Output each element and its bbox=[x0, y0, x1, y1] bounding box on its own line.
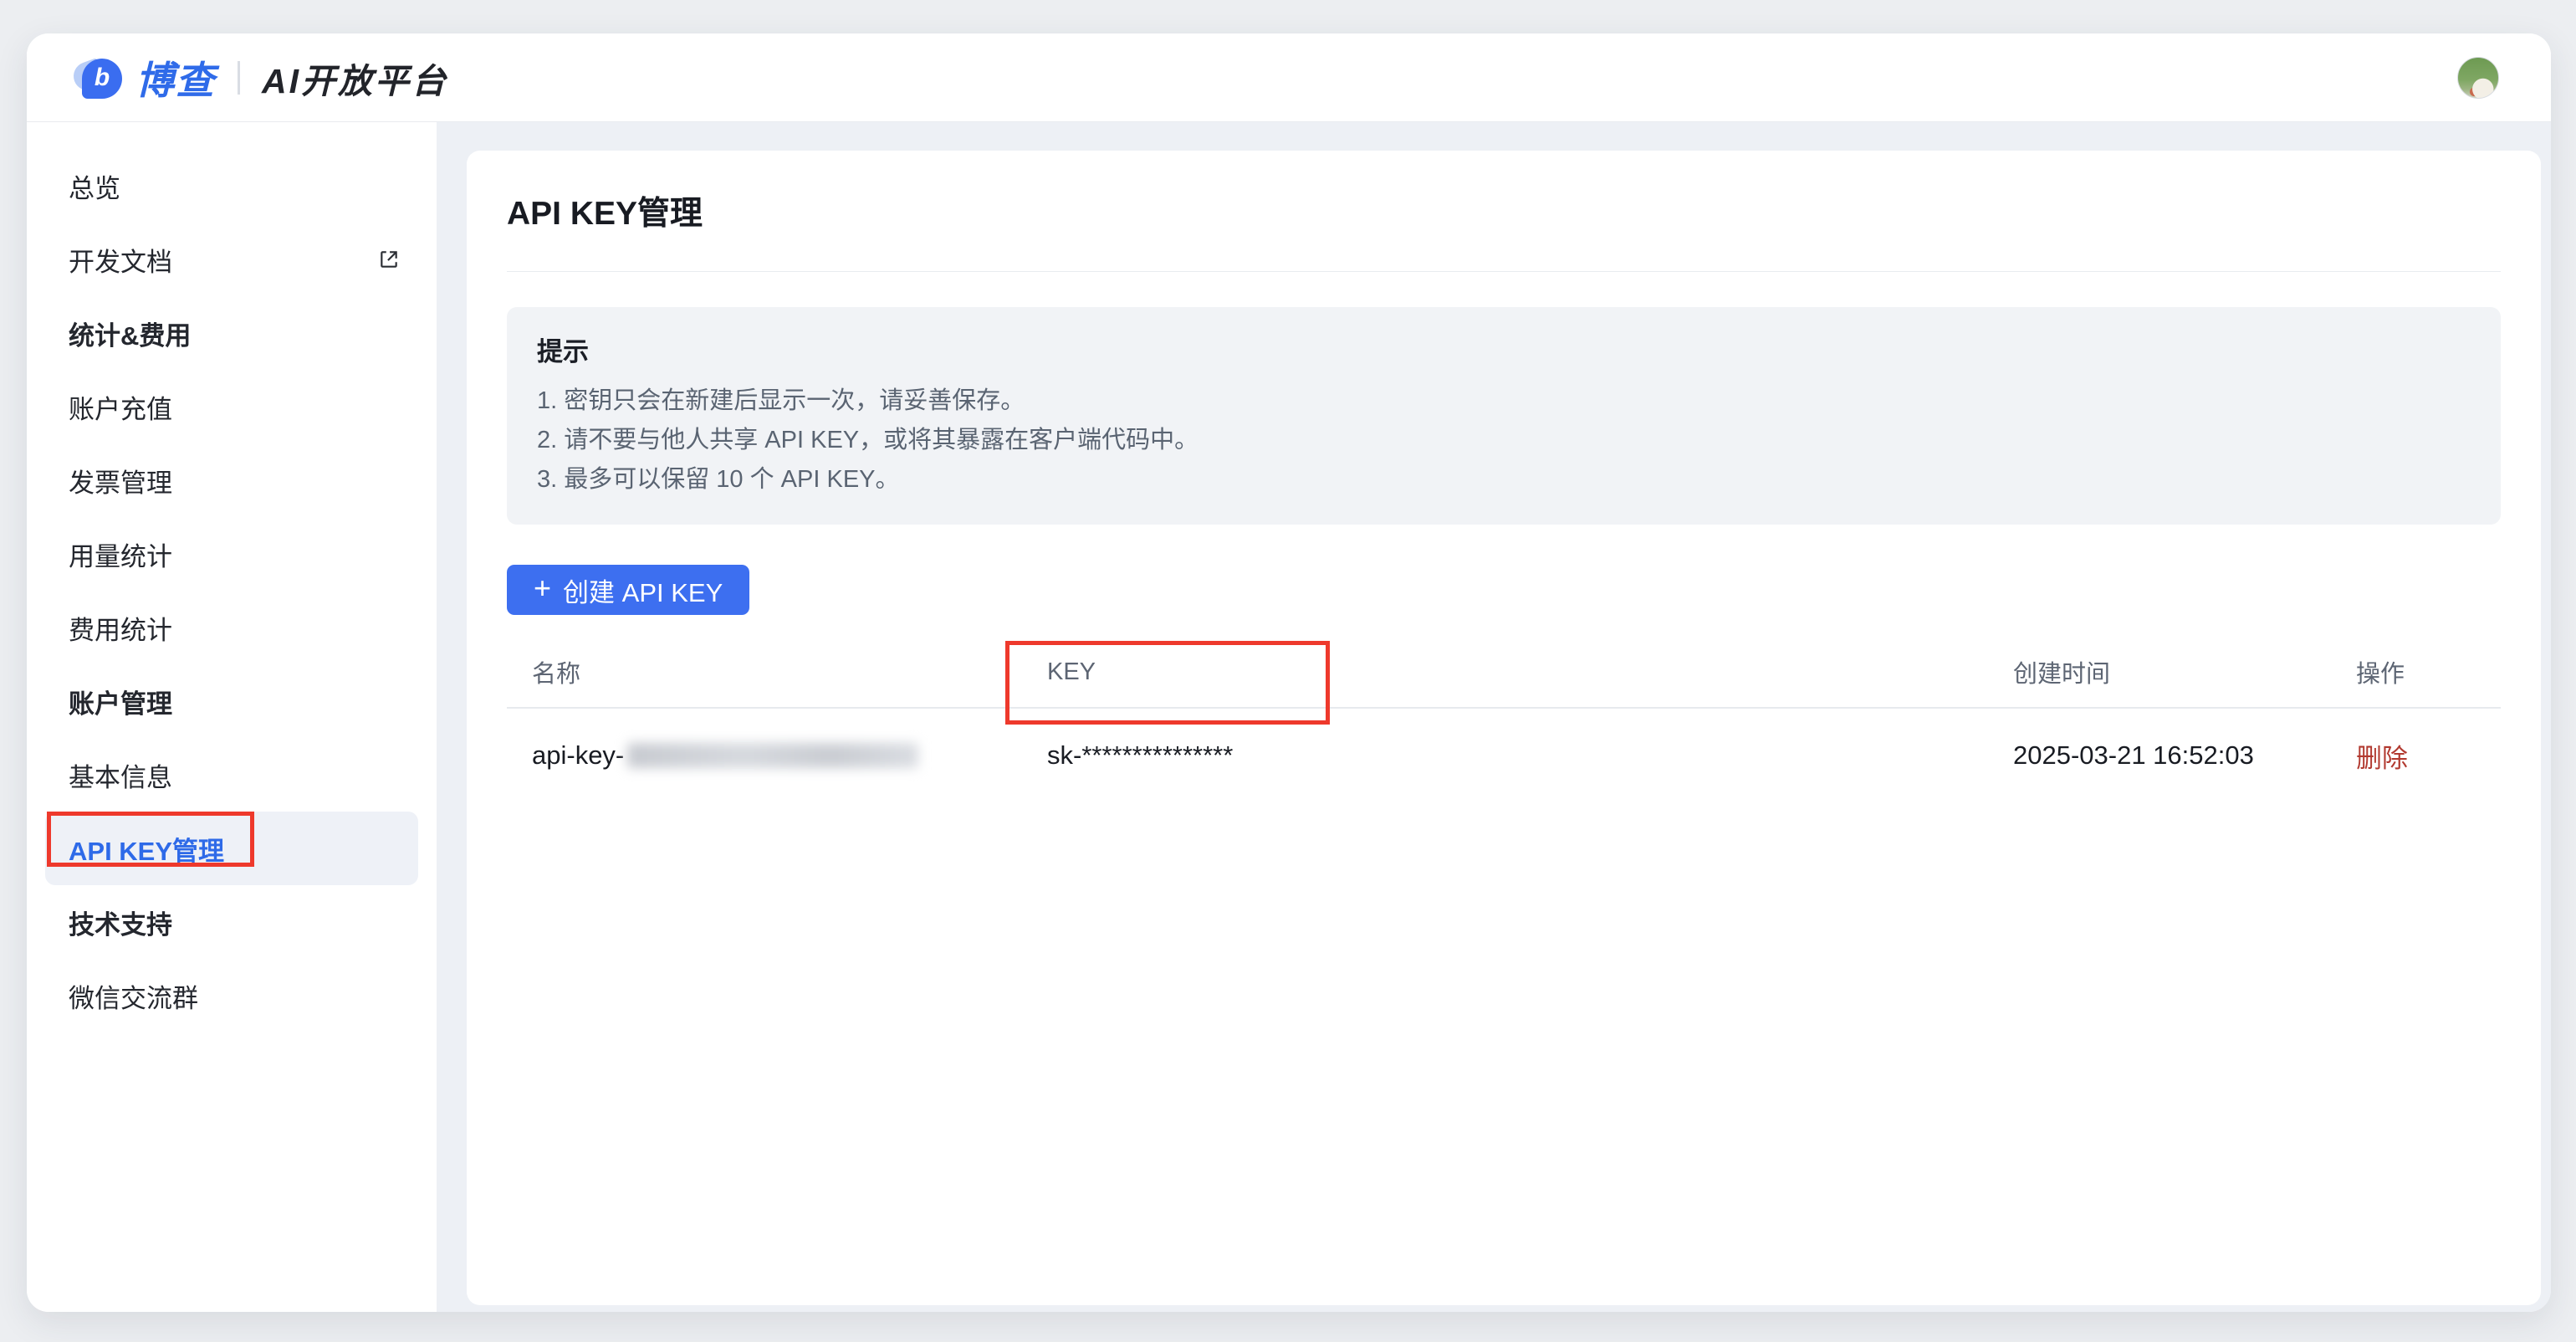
sidebar-item-fee-stats[interactable]: 费用统计 bbox=[27, 591, 437, 664]
tips-item-3: 3. 最多可以保留 10 个 API KEY。 bbox=[537, 460, 2471, 499]
platform-name: AI开放平台 bbox=[262, 53, 448, 103]
sidebar-item-account-recharge[interactable]: 账户充值 bbox=[27, 370, 437, 443]
column-header-created-at: 创建时间 bbox=[1988, 654, 2331, 689]
sidebar-item-invoice-management[interactable]: 发票管理 bbox=[27, 443, 437, 517]
content-area: API KEY管理 提示 1. 密钥只会在新建后显示一次，请妥善保存。 2. 请… bbox=[437, 122, 2551, 1312]
tips-item-1: 1. 密钥只会在新建后显示一次，请妥善保存。 bbox=[537, 382, 2471, 421]
sidebar-item-label: 费用统计 bbox=[69, 609, 172, 647]
sidebar-item-label: 基本信息 bbox=[69, 756, 172, 794]
sidebar-item-overview[interactable]: 总览 bbox=[27, 149, 437, 223]
sidebar-nav: 总览 开发文档 统计&费用 账户充值 发票管理 用量统计 bbox=[27, 122, 437, 1312]
column-header-name: 名称 bbox=[507, 654, 1022, 689]
delete-api-key-link[interactable]: 删除 bbox=[2356, 744, 2408, 773]
sidebar-item-label: 用量统计 bbox=[69, 535, 172, 573]
sidebar-item-label: 开发文档 bbox=[69, 241, 172, 279]
brand-divider bbox=[238, 61, 240, 95]
sidebar-item-label: 微信交流群 bbox=[69, 977, 198, 1015]
api-key-masked-value: sk-*************** bbox=[1022, 740, 1988, 771]
title-divider bbox=[507, 271, 2501, 272]
table-header-row: 名称 KEY 创建时间 操作 bbox=[507, 650, 2501, 694]
sidebar-section-label: 技术支持 bbox=[69, 904, 172, 941]
app-window: b 博查 AI开放平台 总览 开发文档 统计&费用 bbox=[27, 33, 2551, 1312]
sidebar-item-basic-info[interactable]: 基本信息 bbox=[27, 738, 437, 812]
create-api-key-button[interactable]: + 创建 API KEY bbox=[507, 565, 749, 615]
logo-letter: b bbox=[95, 64, 110, 92]
api-key-created-at: 2025-03-21 16:52:03 bbox=[1988, 740, 2331, 771]
external-link-icon bbox=[378, 248, 400, 270]
bocha-logo-icon: b bbox=[77, 55, 122, 100]
plus-icon: + bbox=[534, 573, 551, 603]
api-key-name-cell: api-key- bbox=[507, 740, 1022, 771]
sidebar-item-usage-stats[interactable]: 用量统计 bbox=[27, 517, 437, 591]
column-header-key: KEY bbox=[1022, 658, 1988, 686]
api-key-name-prefix: api-key- bbox=[532, 740, 624, 771]
brand-logo: b 博查 AI开放平台 bbox=[77, 50, 448, 105]
logo-bubble-shape: b bbox=[82, 59, 122, 99]
sidebar-item-label: API KEY管理 bbox=[69, 830, 224, 868]
sidebar-item-label: 总览 bbox=[69, 167, 120, 205]
sidebar-section-label: 账户管理 bbox=[69, 683, 172, 720]
user-avatar[interactable] bbox=[2457, 57, 2499, 99]
sidebar-item-label: 账户充值 bbox=[69, 388, 172, 426]
sidebar-section-label: 统计&费用 bbox=[69, 315, 191, 352]
api-key-table: 名称 KEY 创建时间 操作 api-key- sk-*************… bbox=[507, 650, 2501, 802]
sidebar-section-account-management: 账户管理 bbox=[27, 664, 437, 738]
create-api-key-label: 创建 API KEY bbox=[563, 571, 723, 609]
sidebar-item-wechat-group[interactable]: 微信交流群 bbox=[27, 959, 437, 1032]
brand-name: 博查 bbox=[135, 50, 216, 105]
sidebar-section-tech-support: 技术支持 bbox=[27, 885, 437, 959]
tips-title: 提示 bbox=[537, 330, 2471, 368]
sidebar-item-label: 发票管理 bbox=[69, 462, 172, 499]
tips-item-2: 2. 请不要与他人共享 API KEY，或将其暴露在客户端代码中。 bbox=[537, 421, 2471, 460]
redacted-name-blur bbox=[627, 743, 918, 768]
column-header-actions: 操作 bbox=[2331, 654, 2501, 689]
api-key-panel: API KEY管理 提示 1. 密钥只会在新建后显示一次，请妥善保存。 2. 请… bbox=[467, 151, 2541, 1305]
tips-box: 提示 1. 密钥只会在新建后显示一次，请妥善保存。 2. 请不要与他人共享 AP… bbox=[507, 307, 2501, 525]
sidebar-item-api-key-management[interactable]: API KEY管理 bbox=[45, 812, 418, 885]
page-title: API KEY管理 bbox=[507, 187, 2501, 234]
top-bar: b 博查 AI开放平台 bbox=[27, 33, 2551, 122]
sidebar-item-dev-docs[interactable]: 开发文档 bbox=[27, 223, 437, 296]
table-row: api-key- sk-*************** 2025-03-21 1… bbox=[507, 709, 2501, 802]
sidebar-section-stats-fees: 统计&费用 bbox=[27, 296, 437, 370]
